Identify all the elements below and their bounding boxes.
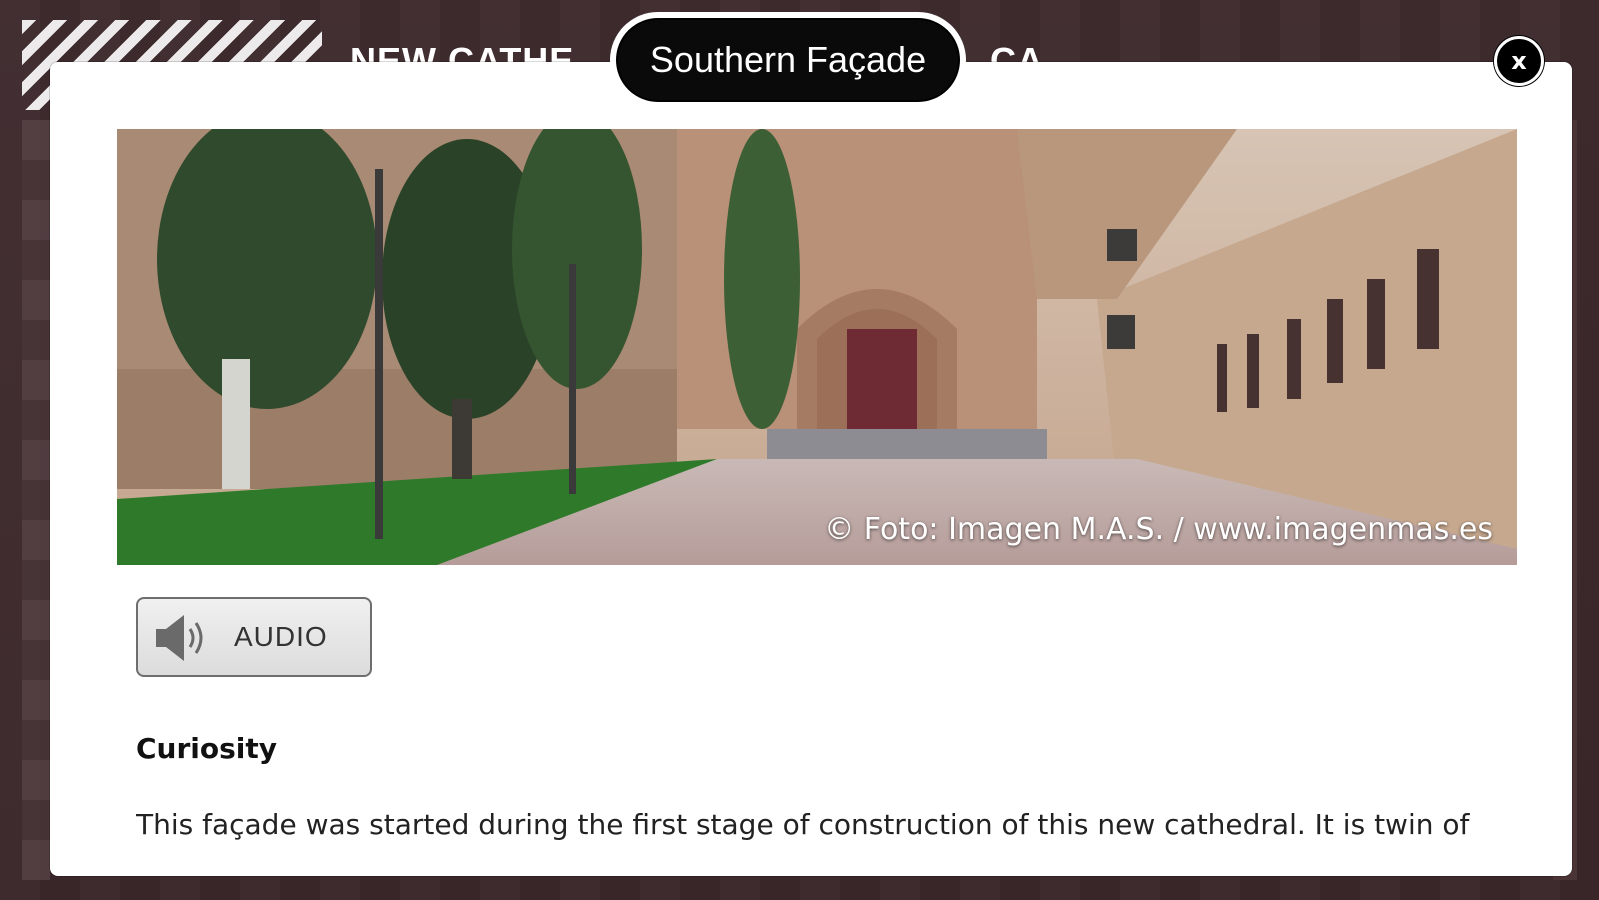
body-text: This façade was started during the first…: [136, 808, 1470, 841]
hero-image: © Foto: Imagen M.A.S. / www.imagenmas.es: [117, 129, 1517, 565]
audio-button[interactable]: AUDIO: [136, 597, 372, 677]
modal-title-pill: Southern Façade: [610, 12, 966, 108]
modal-title: Southern Façade: [613, 15, 963, 105]
speaker-icon: [152, 607, 212, 667]
info-modal: © Foto: Imagen M.A.S. / www.imagenmas.es…: [50, 62, 1572, 876]
photo-credit: © Foto: Imagen M.A.S. / www.imagenmas.es: [824, 512, 1493, 547]
close-icon: x: [1511, 47, 1527, 75]
cathedral-facade-photo: [117, 129, 1517, 565]
section-heading: Curiosity: [136, 732, 278, 765]
audio-button-label: AUDIO: [234, 621, 328, 652]
background-left-strip: [22, 120, 50, 880]
close-button[interactable]: x: [1494, 36, 1544, 86]
